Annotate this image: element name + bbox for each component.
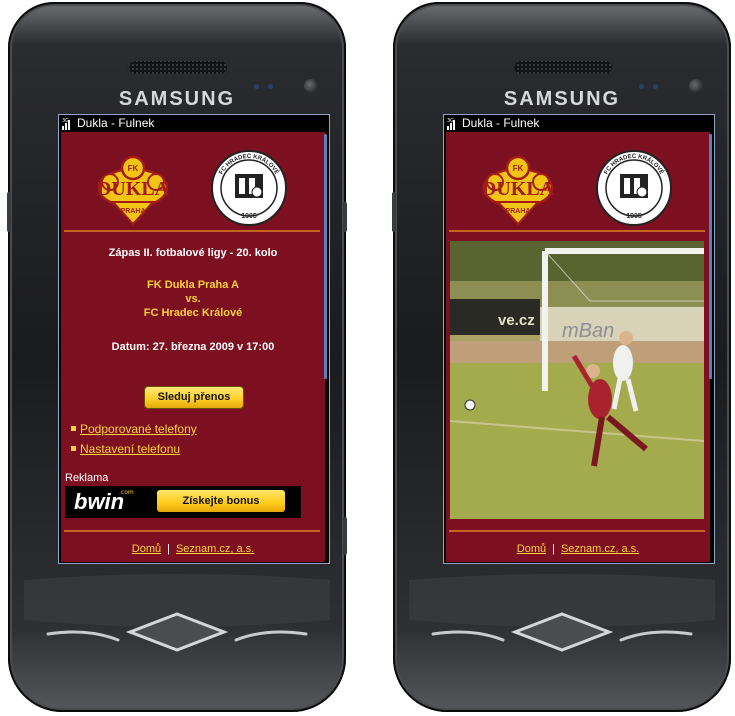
video-player[interactable]: ve.cz mBan	[450, 241, 704, 519]
away-team: FC Hradec Králové	[143, 307, 243, 319]
footer: Domů | Seznam.cz, a.s.	[446, 543, 710, 555]
hradec-year-text: 1905	[241, 213, 257, 220]
hardware-keys	[24, 574, 330, 652]
dukla-crest: FK DUKLA PRAHA	[482, 155, 555, 226]
footer-home-link[interactable]: Domů	[132, 543, 161, 555]
hradec-year-text: 1905	[626, 213, 642, 220]
volume-key[interactable]	[392, 192, 396, 232]
earpiece-speaker	[127, 59, 229, 76]
earpiece-speaker	[512, 59, 614, 76]
dukla-bottom-text: PRAHA	[506, 208, 531, 215]
end-key-icon[interactable]	[619, 630, 693, 642]
scrollbar[interactable]	[709, 134, 712, 379]
match-datetime: Datum: 27. března 2009 v 17:00	[111, 341, 275, 353]
volume-key[interactable]	[7, 192, 11, 232]
versus-label: vs.	[185, 293, 201, 305]
brand-label: SAMSUNG	[118, 88, 236, 110]
match-heading: Zápas II. fotbalové ligy - 20. kolo	[108, 247, 278, 259]
divider-bottom	[64, 530, 320, 532]
signal-3g-icon: 3G	[447, 118, 455, 130]
footer-separator: |	[552, 543, 555, 555]
home-team: FK Dukla Praha A	[147, 279, 239, 291]
svg-text:3G: 3G	[447, 118, 454, 124]
brand-label: SAMSUNG	[503, 88, 621, 110]
bullet-icon	[71, 446, 76, 451]
dukla-top-text: FK	[513, 164, 524, 173]
ball	[464, 399, 476, 411]
call-key-icon[interactable]	[46, 630, 120, 642]
hardware-keys	[409, 574, 715, 652]
hradec-crest: FC HRADEC KRÁLOVÉ 1905	[211, 150, 287, 226]
video-frame: ve.cz mBan	[450, 241, 704, 519]
dukla-main-text: DUKLA	[482, 178, 555, 200]
signal-3g-icon: 3G	[62, 118, 70, 130]
call-key-icon[interactable]	[431, 630, 505, 642]
footer-company-link[interactable]: Seznam.cz, a.s.	[176, 543, 254, 555]
follow-stream-button[interactable]: Sleduj přenos	[144, 386, 244, 409]
footer: Domů | Seznam.cz, a.s.	[61, 543, 325, 555]
footer-company-link[interactable]: Seznam.cz, a.s.	[561, 543, 639, 555]
web-page: FK DUKLA PRAHA FC HRADEC KRÁLOVÉ 1905	[446, 132, 710, 562]
link-label[interactable]: Podporované telefony	[80, 422, 197, 436]
dukla-main-text: DUKLA	[97, 178, 170, 200]
club-logos: FK DUKLA PRAHA FC HRADEC KRÁLOVÉ 1905	[97, 150, 287, 226]
ad-label: Reklama	[65, 472, 109, 484]
camera-key[interactable]	[343, 517, 347, 555]
ad-banner[interactable]: bwin .com Získejte bonus	[65, 486, 301, 518]
board-text-1: ve.cz	[498, 312, 535, 329]
status-bar: 3G Dukla - Fulnek	[59, 115, 329, 132]
bwin-logo: bwin	[74, 489, 125, 514]
end-key-icon[interactable]	[234, 630, 308, 642]
footer-separator: |	[167, 543, 170, 555]
link-phone-settings[interactable]: Nastavení telefonu	[71, 442, 180, 456]
dukla-top-text: FK	[128, 164, 139, 173]
status-bar: 3G Dukla - Fulnek	[444, 115, 714, 132]
footer-home-link[interactable]: Domů	[517, 543, 546, 555]
bwin-suffix: .com	[119, 489, 134, 496]
link-label[interactable]: Nastavení telefonu	[80, 442, 180, 456]
dukla-crest: FK DUKLA PRAHA	[97, 155, 170, 226]
divider-bottom	[449, 530, 705, 532]
divider-top	[449, 230, 705, 232]
scrollbar[interactable]	[324, 134, 327, 379]
hradec-crest: FC HRADEC KRÁLOVÉ 1905	[596, 150, 672, 226]
window-title: Dukla - Fulnek	[462, 116, 540, 130]
club-logos: FK DUKLA PRAHA FC HRADEC KRÁLOVÉ 1905	[482, 150, 672, 226]
web-page: FK DUKLA PRAHA FC HRADEC KRÁLOVÉ 1905	[61, 132, 325, 562]
dukla-bottom-text: PRAHA	[121, 208, 146, 215]
board-text-2: mBan	[562, 320, 614, 342]
bullet-icon	[71, 426, 76, 431]
phone-right: SAMSUNG 3G Dukla - Fulnek FK DUKLA PRAHA…	[392, 2, 731, 712]
screen: 3G Dukla - Fulnek FK DUKLA PRAHA FC HRAD…	[58, 114, 330, 564]
lock-key[interactable]	[343, 202, 347, 232]
window-title: Dukla - Fulnek	[77, 116, 155, 130]
phone-left: SAMSUNG 3G Dukla - Fulnek FK DUKLA PRAHA…	[7, 2, 347, 712]
get-bonus-button[interactable]: Získejte bonus	[157, 490, 285, 512]
divider-top	[64, 230, 320, 232]
screen: 3G Dukla - Fulnek FK DUKLA PRAHA FC HRAD…	[443, 114, 715, 564]
link-supported-phones[interactable]: Podporované telefony	[71, 422, 197, 436]
svg-text:3G: 3G	[62, 118, 69, 124]
